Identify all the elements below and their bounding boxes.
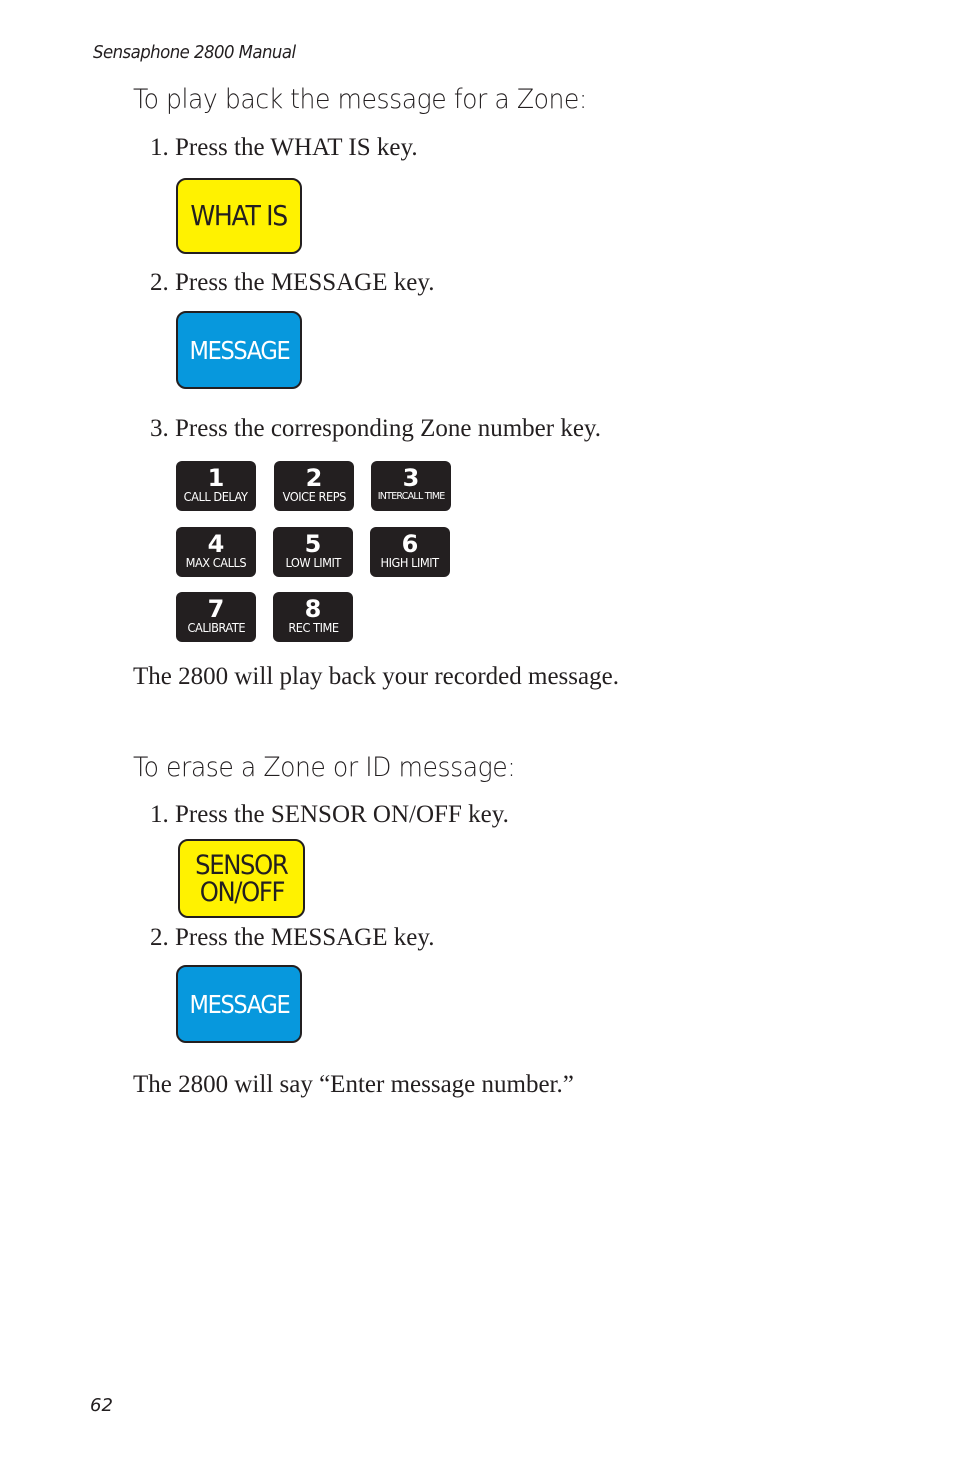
zone-key-label: VOICE REPS [282, 490, 346, 504]
zone-key-number: 3 [402, 464, 420, 492]
zone-key-4: 4 MAX CALLS [176, 527, 256, 577]
sensor-key-label-line2: ON/OFF [199, 876, 285, 908]
zone-key-number: 7 [207, 595, 225, 623]
what-is-key-label: WHAT IS [190, 199, 289, 232]
step-3-text: 3. Press the corresponding Zone number k… [150, 415, 602, 442]
step-2-text: 2. Press the MESSAGE key. [150, 269, 435, 296]
message-key-label: MESSAGE [189, 989, 290, 1019]
zone-key-number: 4 [207, 530, 225, 558]
erase-result-text: The 2800 will say “Enter message number.… [133, 1071, 574, 1098]
step-1-text: 1. Press the WHAT IS key. [150, 134, 418, 161]
erase-step-1-text: 1. Press the SENSOR ON/OFF key. [150, 801, 509, 828]
zone-key-label: MAX CALLS [185, 556, 247, 570]
message-key-label: MESSAGE [189, 335, 290, 365]
zone-key-label: HIGH LIMIT [380, 556, 440, 570]
zone-key-label: INTERCALL TIME [377, 491, 446, 502]
zone-key-1: 1 CALL DELAY [176, 461, 256, 511]
running-header: Sensaphone 2800 Manual [93, 42, 296, 63]
section-heading-erase: To erase a Zone or ID message: [133, 752, 516, 783]
zone-key-2: 2 VOICE REPS [274, 461, 354, 511]
message-key-erase: MESSAGE [176, 965, 302, 1043]
message-key: MESSAGE [176, 311, 302, 389]
zone-key-7: 7 CALIBRATE [176, 592, 256, 642]
zone-key-number: 1 [207, 464, 225, 492]
zone-key-number: 8 [304, 595, 322, 623]
sensor-key-label-line1: SENSOR [195, 849, 289, 881]
zone-key-number: 6 [401, 530, 419, 558]
zone-key-3: 3 INTERCALL TIME [371, 461, 451, 511]
section-heading-playback: To play back the message for a Zone: [133, 84, 587, 115]
what-is-key: WHAT IS [176, 178, 302, 254]
erase-step-2-text: 2. Press the MESSAGE key. [150, 924, 435, 951]
sensor-on-off-key: SENSOR ON/OFF [178, 839, 305, 918]
zone-key-5: 5 LOW LIMIT [273, 527, 353, 577]
playback-result-text: The 2800 will play back your recorded me… [133, 663, 619, 690]
zone-key-6: 6 HIGH LIMIT [370, 527, 450, 577]
zone-key-number: 2 [305, 464, 323, 492]
zone-key-8: 8 REC TIME [273, 592, 353, 642]
zone-key-label: CALIBRATE [187, 621, 245, 635]
page-number: 62 [90, 1395, 113, 1416]
zone-key-label: CALL DELAY [184, 490, 248, 504]
zone-key-label: REC TIME [287, 621, 339, 635]
zone-key-number: 5 [304, 530, 322, 558]
zone-key-label: LOW LIMIT [285, 556, 341, 570]
